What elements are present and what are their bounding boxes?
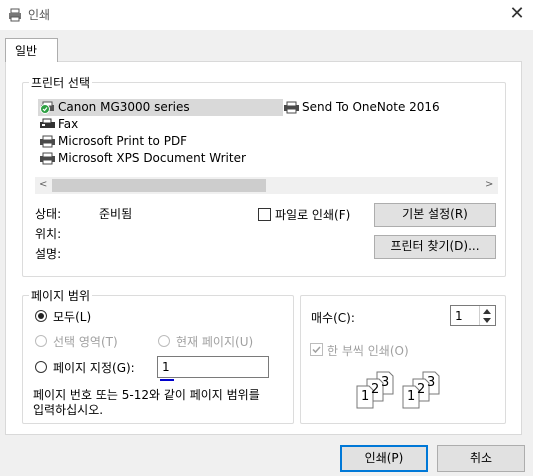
printer-item-onenote[interactable]: Send To OneNote 2016 bbox=[283, 99, 483, 116]
print-to-file-label[interactable]: 파일로 인쇄(F) bbox=[275, 206, 350, 223]
printer-name: Fax bbox=[58, 117, 79, 131]
radio-current-page[interactable] bbox=[158, 335, 170, 347]
cancel-button[interactable]: 취소 bbox=[437, 445, 525, 472]
printer-name: Canon MG3000 series bbox=[58, 100, 190, 114]
copies-label: 매수(C): bbox=[311, 311, 355, 325]
status-label: 상태: bbox=[35, 207, 62, 221]
tab-label: 일반 bbox=[15, 44, 38, 58]
status-value: 준비됨 bbox=[99, 207, 133, 221]
printer-name: Microsoft Print to PDF bbox=[58, 134, 188, 148]
location-label: 위치: bbox=[35, 227, 62, 241]
window-title: 인쇄 bbox=[28, 8, 51, 22]
tab-general[interactable]: 일반 bbox=[5, 38, 58, 62]
collate-page-number: 1 bbox=[407, 389, 416, 404]
collate-page-number: 3 bbox=[427, 375, 436, 390]
printer-list-col1: Canon MG3000 series Fax Microsoft Print … bbox=[39, 99, 284, 167]
printer-icon bbox=[9, 8, 21, 22]
radio-all-label[interactable]: 모두(L) bbox=[53, 308, 91, 325]
collate-illustration: 1 2 3 1 2 3 bbox=[355, 370, 455, 410]
radio-pages-label[interactable]: 페이지 지정(G): bbox=[53, 359, 135, 376]
print-button[interactable]: 인쇄(P) bbox=[340, 445, 428, 472]
printer-default-icon bbox=[40, 101, 54, 114]
radio-current-page-label[interactable]: 현재 페이지(U) bbox=[176, 333, 253, 350]
fax-icon bbox=[40, 118, 55, 128]
find-printer-button[interactable]: 프린터 찾기(D)... bbox=[374, 235, 496, 259]
printer-name: Send To OneNote 2016 bbox=[302, 100, 440, 114]
collate-page-number: 3 bbox=[381, 375, 390, 390]
ime-indicator bbox=[160, 379, 174, 381]
page-range-hint-2: 입력하십시오. bbox=[33, 403, 104, 417]
pages-input-value: 1 bbox=[162, 360, 170, 374]
pages-input[interactable]: 1 bbox=[157, 356, 269, 378]
printer-icon bbox=[40, 135, 55, 148]
spin-down-icon[interactable] bbox=[483, 318, 491, 323]
printer-item-canon[interactable]: Canon MG3000 series bbox=[39, 99, 284, 116]
comment-label: 설명: bbox=[35, 247, 62, 261]
collate-checkbox[interactable] bbox=[310, 343, 323, 356]
printer-item-xps[interactable]: Microsoft XPS Document Writer bbox=[39, 150, 284, 167]
copies-value: 1 bbox=[455, 309, 463, 323]
scrollbar-thumb[interactable] bbox=[52, 179, 266, 192]
check-icon bbox=[312, 346, 321, 354]
title-bar bbox=[0, 0, 533, 30]
collate-page-number: 2 bbox=[371, 382, 380, 397]
collate-label[interactable]: 한 부씩 인쇄(O) bbox=[327, 342, 409, 359]
radio-selection[interactable] bbox=[35, 335, 47, 347]
copies-spinner[interactable]: 1 bbox=[450, 305, 496, 326]
scroll-left-icon[interactable]: < bbox=[39, 179, 47, 190]
preferences-button[interactable]: 기본 설정(R) bbox=[374, 203, 496, 227]
printer-icon bbox=[40, 152, 55, 165]
printer-icon bbox=[284, 101, 299, 114]
printer-name: Microsoft XPS Document Writer bbox=[58, 151, 246, 165]
collate-page-number: 2 bbox=[417, 382, 426, 397]
radio-all-dot bbox=[38, 313, 44, 319]
collate-pages-icon bbox=[356, 371, 440, 409]
printer-select-title: 프린터 선택 bbox=[29, 74, 93, 91]
radio-selection-label[interactable]: 선택 영역(T) bbox=[53, 333, 118, 350]
spin-up-icon[interactable] bbox=[483, 309, 491, 314]
scroll-right-icon[interactable]: > bbox=[485, 179, 493, 190]
radio-pages[interactable] bbox=[35, 361, 47, 373]
collate-page-number: 1 bbox=[361, 389, 370, 404]
printer-list-col2: Send To OneNote 2016 bbox=[283, 99, 483, 116]
spin-divider bbox=[479, 306, 480, 325]
close-button[interactable]: ✕ bbox=[506, 4, 528, 24]
printer-item-fax[interactable]: Fax bbox=[39, 116, 284, 133]
page-range-title: 페이지 범위 bbox=[29, 287, 93, 304]
printer-item-pdf[interactable]: Microsoft Print to PDF bbox=[39, 133, 284, 150]
print-to-file-checkbox[interactable] bbox=[258, 208, 271, 221]
